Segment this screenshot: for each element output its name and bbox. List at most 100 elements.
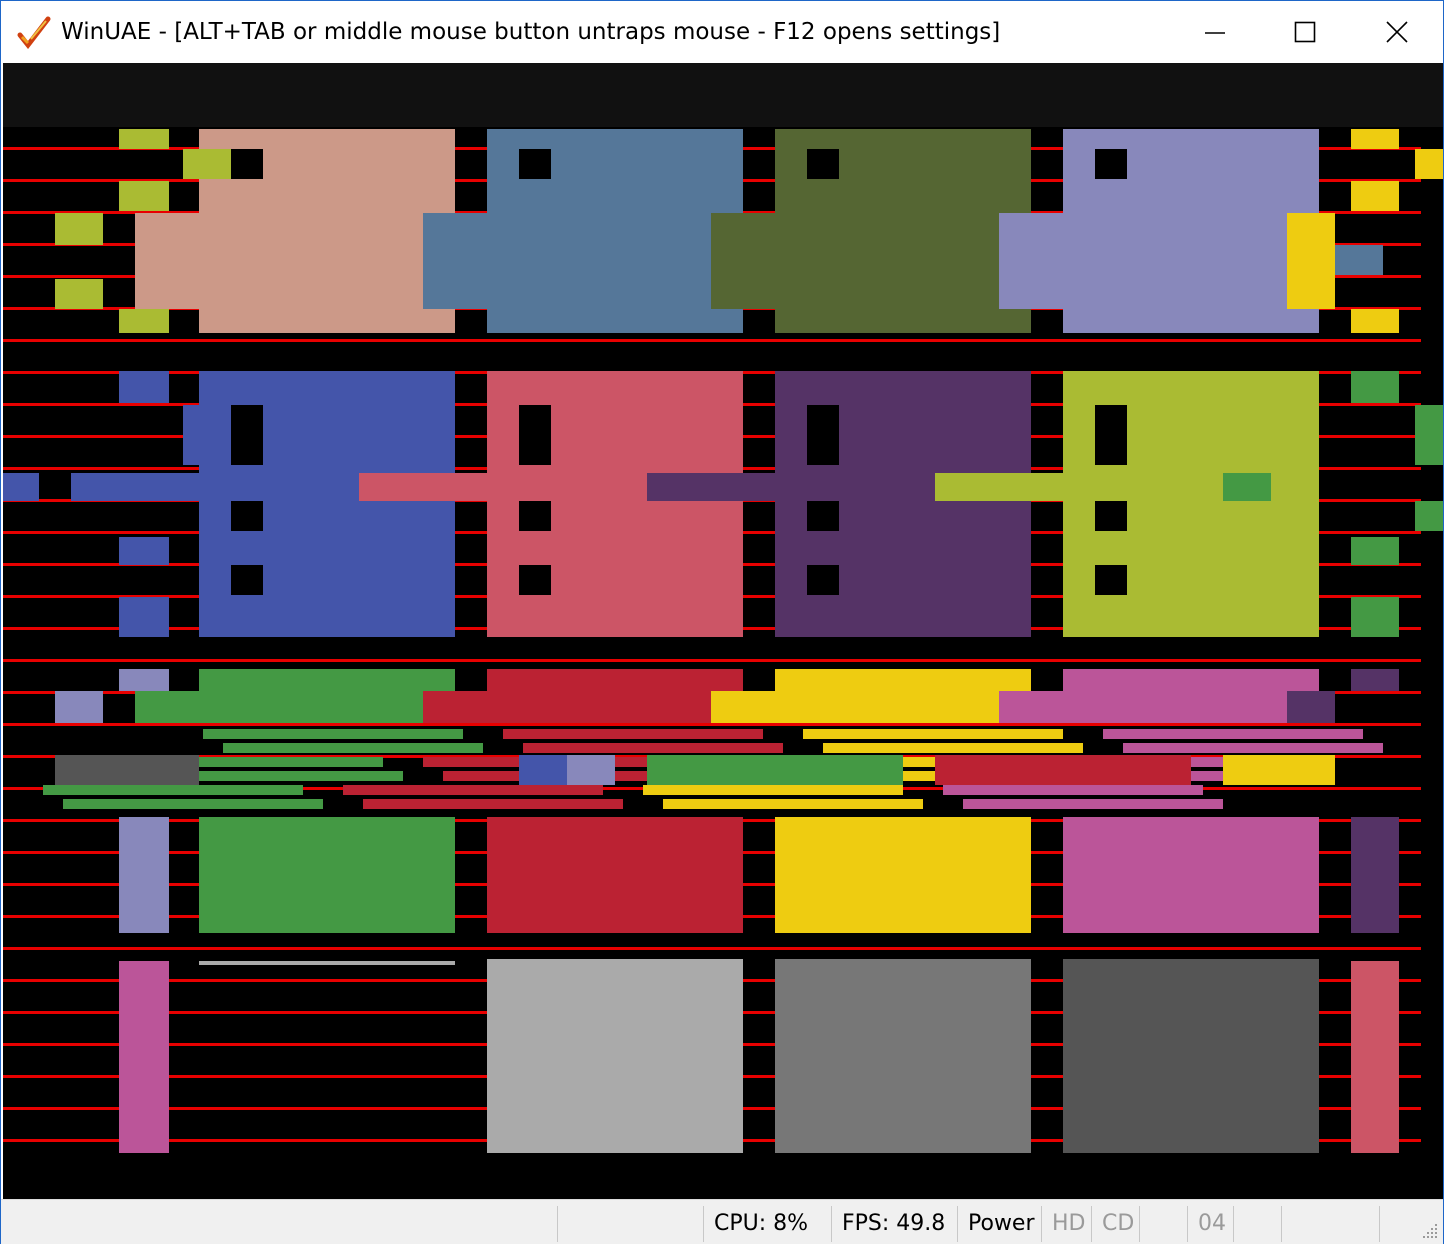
- tile-row3-bottom: [775, 817, 1031, 933]
- skew-block: [935, 755, 1191, 785]
- tile-notch: [807, 405, 839, 465]
- tile-shift: [935, 473, 1191, 501]
- side-block: [519, 755, 567, 785]
- side-block: [1335, 245, 1383, 275]
- tile-notch: [807, 565, 839, 595]
- status-empty-cell: [557, 1206, 703, 1242]
- side-block: [567, 755, 615, 785]
- tile-row4: [487, 959, 743, 1153]
- side-block: [183, 149, 231, 179]
- tile-notch: [807, 501, 839, 531]
- skew-stripe: [523, 743, 783, 753]
- side-block: [1351, 181, 1399, 211]
- tile-notch: [519, 405, 551, 465]
- side-block: [1351, 817, 1399, 933]
- skew-stripe: [663, 799, 923, 809]
- side-block: [1415, 149, 1443, 179]
- side-block: [1351, 309, 1399, 333]
- skew-stripe: [343, 785, 603, 795]
- tile-notch: [231, 149, 263, 179]
- tile-notch: [519, 501, 551, 531]
- skew-stripe: [363, 799, 623, 809]
- winuae-window: WinUAE - [ALT+TAB or middle mouse button…: [0, 0, 1444, 1244]
- side-block: [1287, 691, 1335, 723]
- minimize-icon: [1205, 32, 1225, 34]
- status-blank-cell: [1233, 1206, 1281, 1242]
- side-block: [1351, 371, 1399, 403]
- maximize-button[interactable]: [1259, 1, 1351, 63]
- side-block: [119, 129, 169, 149]
- tile-notch: [519, 565, 551, 595]
- side-block: [1351, 129, 1399, 149]
- tile-ext: [423, 691, 679, 723]
- side-block: [119, 537, 169, 565]
- side-block: [119, 961, 169, 1153]
- hd-led: HD: [1041, 1206, 1091, 1242]
- side-block: [1415, 405, 1443, 465]
- side-block: [55, 279, 103, 309]
- skew-stripe: [203, 729, 463, 739]
- tile-notch: [1095, 405, 1127, 465]
- tile-shift: [71, 473, 327, 501]
- tile-ext: [135, 213, 199, 309]
- side-block: [1351, 669, 1399, 691]
- tile-notch: [519, 149, 551, 179]
- side-block: [1351, 961, 1399, 1153]
- side-block: [55, 213, 103, 245]
- side-block: [1415, 501, 1443, 531]
- status-bar: CPU: 8% FPS: 49.8 Power HD CD 04: [1, 1199, 1443, 1244]
- power-led: Power: [957, 1206, 1041, 1242]
- skew-stripe: [963, 799, 1223, 809]
- maximize-icon: [1294, 21, 1316, 43]
- tile-ext: [711, 691, 967, 723]
- skew-stripe: [943, 785, 1203, 795]
- tile-ext: [999, 213, 1063, 309]
- emulator-display[interactable]: [3, 63, 1443, 1199]
- tile-row3-bottom: [199, 817, 455, 933]
- scanline: [3, 947, 1421, 950]
- tile-notch: [1095, 501, 1127, 531]
- close-button[interactable]: [1351, 1, 1443, 63]
- tile-ext: [999, 691, 1255, 723]
- skew-stripe: [1123, 743, 1383, 753]
- tile-notch: [1095, 149, 1127, 179]
- side-block: [55, 755, 199, 785]
- skew-stripe: [803, 729, 1063, 739]
- tile-shift: [647, 473, 903, 501]
- tile-ext: [135, 691, 391, 723]
- tile-ext: [711, 213, 775, 309]
- scanline: [3, 723, 1421, 726]
- skew-block: [647, 755, 903, 785]
- drive-track-status: 04: [1187, 1206, 1233, 1242]
- tile-shift: [359, 473, 615, 501]
- skew-stripe: [63, 799, 323, 809]
- skew-block: [1223, 755, 1335, 785]
- resize-grip-icon[interactable]: [1421, 1222, 1439, 1240]
- fps-status: FPS: 49.8: [831, 1206, 957, 1242]
- side-block: [183, 405, 231, 465]
- title-bar[interactable]: WinUAE - [ALT+TAB or middle mouse button…: [1, 1, 1443, 63]
- tile-notch: [231, 405, 263, 465]
- side-block: [119, 371, 169, 403]
- minimize-button[interactable]: [1169, 1, 1261, 63]
- tile-row3-bottom: [1063, 817, 1319, 933]
- status-blank-cell: [1139, 1206, 1187, 1242]
- amiga-screen-output: [3, 63, 1443, 1199]
- top-border: [3, 63, 1443, 127]
- tile-notch: [231, 565, 263, 595]
- side-block: [1351, 597, 1399, 637]
- skew-stripe: [643, 785, 903, 795]
- tile-notch: [231, 501, 263, 531]
- cpu-status: CPU: 8%: [703, 1206, 831, 1242]
- skew-stripe: [223, 743, 483, 753]
- side-block: [119, 181, 169, 211]
- side-block: [119, 597, 169, 637]
- skew-stripe: [823, 743, 1083, 753]
- side-block: [119, 669, 169, 691]
- side-block: [3, 473, 39, 501]
- scanline: [3, 659, 1421, 662]
- side-block: [119, 817, 169, 933]
- side-block: [1351, 537, 1399, 565]
- tile-ext: [423, 213, 487, 309]
- scanline: [3, 339, 1421, 342]
